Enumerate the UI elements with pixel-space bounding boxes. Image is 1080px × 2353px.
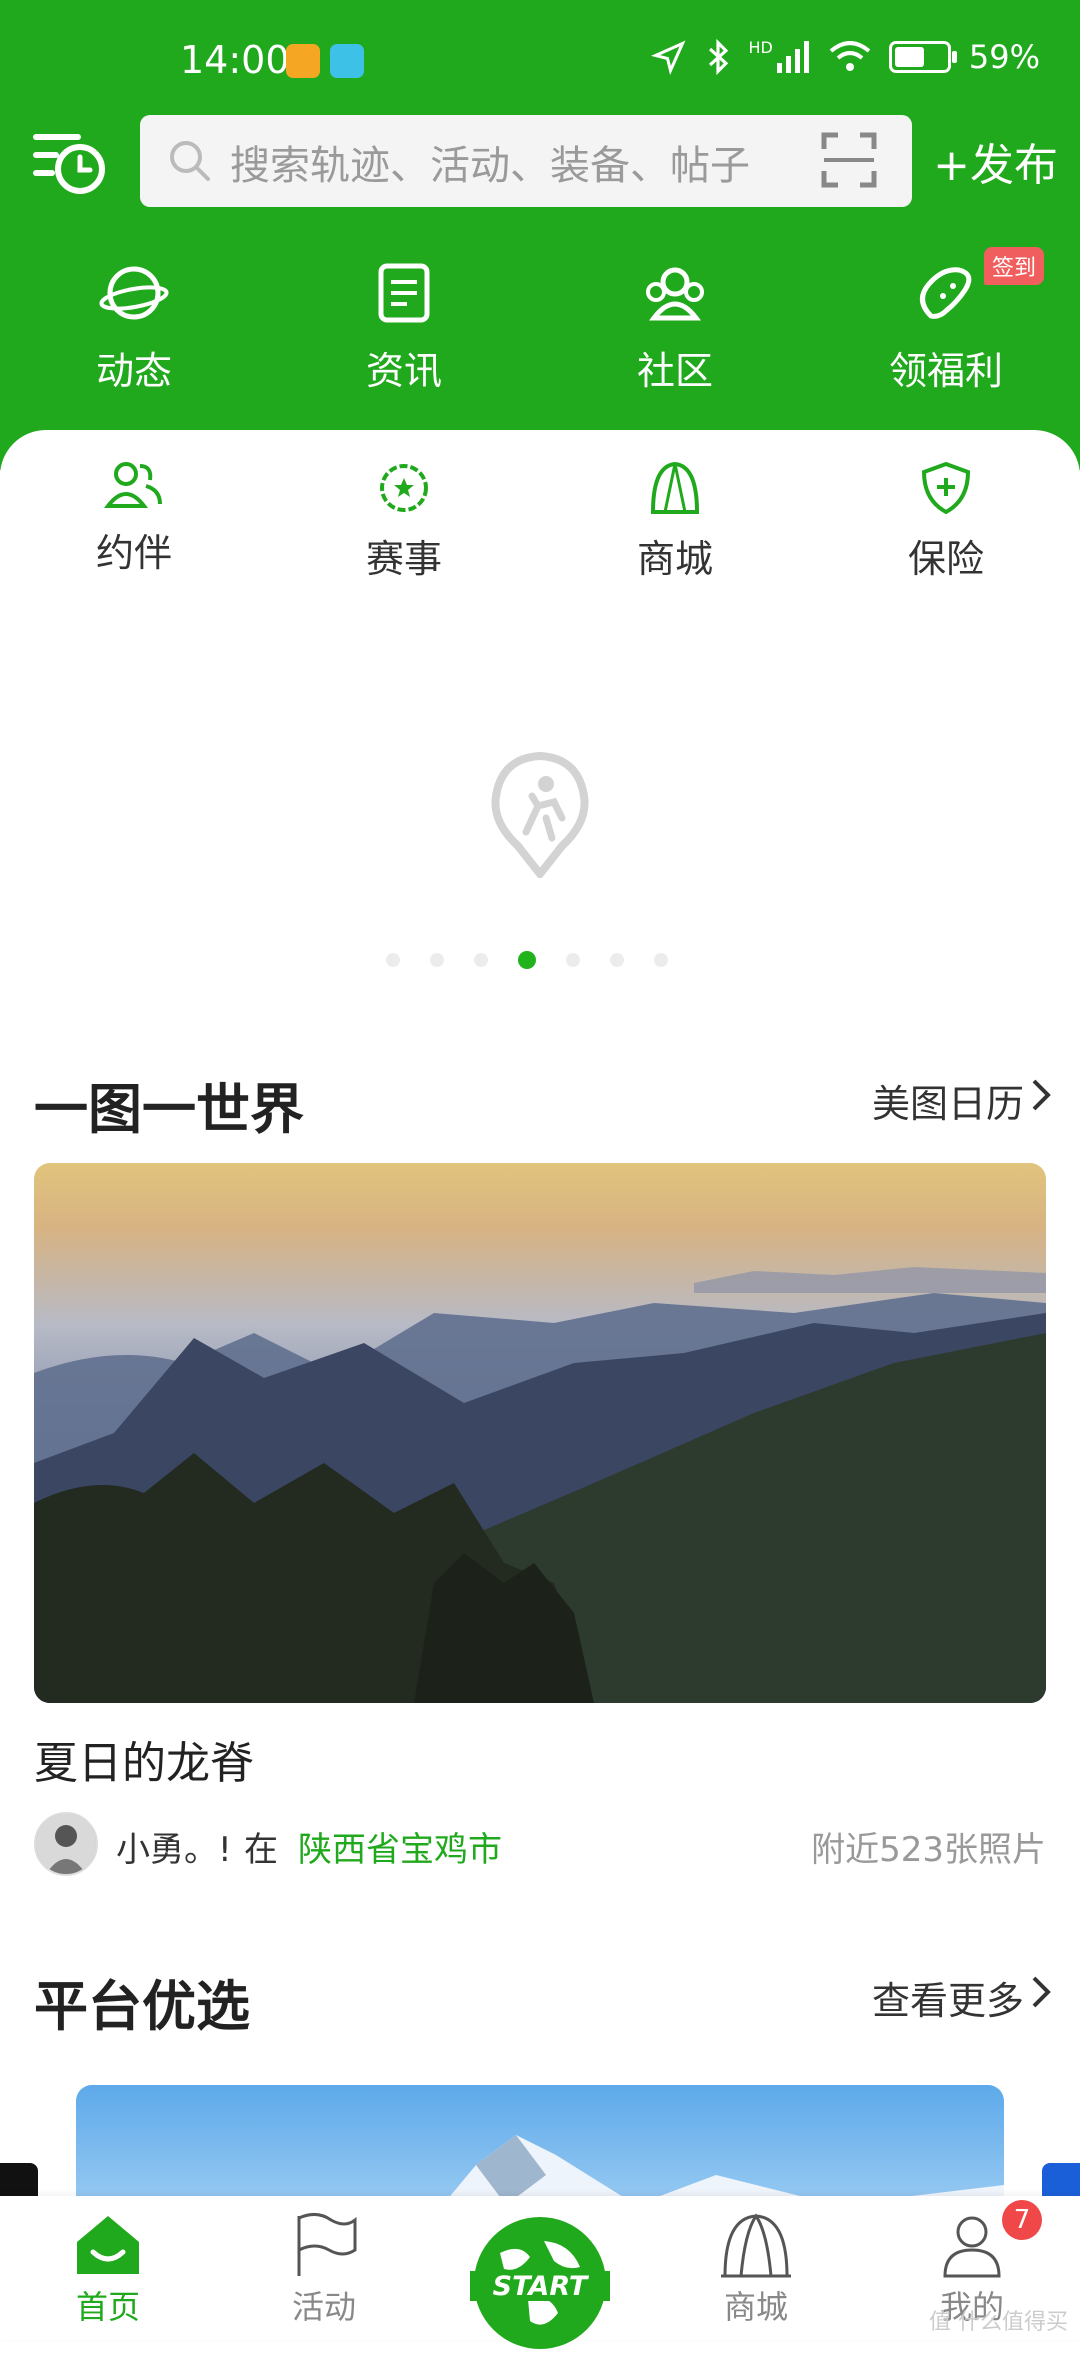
pagination-dot-active[interactable]: [518, 951, 536, 969]
battery-percent: 59%: [968, 38, 1040, 76]
flag-icon: [297, 2213, 357, 2276]
partners-icon: [103, 462, 162, 508]
nearby-photos-count[interactable]: 附近523张照片: [811, 1822, 1046, 1871]
network-type-label: HD: [748, 37, 773, 57]
search-icon: [170, 141, 210, 181]
sub-nav-mall[interactable]: 商城: [575, 460, 775, 583]
quick-nav-news[interactable]: 资讯: [304, 260, 504, 395]
notification-location-icon: [330, 44, 364, 78]
profile-notification-badge: 7: [1002, 2200, 1042, 2240]
bluetooth-icon: [708, 38, 728, 76]
photo-calendar-link[interactable]: 美图日历: [872, 1073, 1024, 1128]
quick-nav: 动态 资讯 社区 领福利: [0, 260, 1080, 400]
quick-nav-community[interactable]: 社区: [575, 260, 775, 395]
tent-icon: [721, 2213, 791, 2278]
photo-location-link[interactable]: 陕西省宝鸡市: [298, 1822, 502, 1871]
author-name[interactable]: 小勇。!: [116, 1822, 232, 1871]
signin-badge[interactable]: 签到: [984, 247, 1045, 285]
photo-title[interactable]: 夏日的龙脊: [34, 1727, 254, 1791]
view-more-link[interactable]: 查看更多: [872, 1970, 1024, 2025]
sub-nav-partners[interactable]: 约伴: [34, 460, 234, 577]
wifi-icon: [829, 41, 871, 71]
featured-photo[interactable]: [34, 1163, 1046, 1703]
tent-icon: [650, 461, 700, 514]
status-time: 14:00: [180, 38, 290, 82]
author-avatar[interactable]: [34, 1812, 98, 1876]
scan-icon[interactable]: [820, 131, 878, 189]
tab-home[interactable]: 首页: [28, 2212, 188, 2328]
start-button[interactable]: START: [470, 2213, 610, 2353]
status-bar: 14:00 HD 59%: [0, 30, 1080, 94]
top-bar: 搜索轨迹、活动、装备、帖子 +发布: [0, 115, 1080, 207]
pagination-dot[interactable]: [474, 953, 488, 967]
section-photo-title: 一图一世界: [34, 1078, 304, 1141]
location-preposition: 在: [244, 1830, 278, 1870]
planet-icon: [99, 266, 169, 320]
medal-icon: [380, 464, 428, 512]
shield-plus-icon: [921, 461, 971, 515]
search-placeholder: 搜索轨迹、活动、装备、帖子: [230, 143, 750, 189]
bean-icon: [920, 267, 972, 319]
search-input[interactable]: 搜索轨迹、活动、装备、帖子: [140, 115, 912, 207]
community-icon: [646, 267, 704, 321]
banner-pagination: [386, 951, 668, 969]
pagination-dot[interactable]: [654, 953, 668, 967]
chevron-right-icon[interactable]: [1030, 1077, 1052, 1113]
home-icon: [77, 2216, 139, 2274]
tab-activity[interactable]: 活动: [244, 2212, 404, 2328]
history-clock-icon[interactable]: [32, 123, 108, 199]
user-icon: [943, 2216, 1001, 2278]
notification-message-icon: [286, 44, 320, 78]
watermark: 值 什么值得买: [929, 2310, 1068, 2335]
pagination-dot[interactable]: [566, 953, 580, 967]
pagination-dot[interactable]: [610, 953, 624, 967]
sub-nav-events[interactable]: 赛事: [304, 460, 504, 583]
publish-button[interactable]: +发布: [933, 129, 1058, 193]
tab-mall[interactable]: 商城: [676, 2212, 836, 2328]
news-icon: [378, 263, 430, 323]
location-arrow-icon: [650, 40, 685, 75]
signal-icon: [776, 41, 809, 73]
pagination-dot[interactable]: [386, 953, 400, 967]
banner-placeholder-logo-icon: [491, 752, 589, 878]
sub-nav-insurance[interactable]: 保险: [846, 460, 1046, 583]
battery-icon: [888, 41, 957, 73]
pagination-dot[interactable]: [430, 953, 444, 967]
photo-author-row: 小勇。! 在 陕西省宝鸡市 附近523张照片: [34, 1810, 1046, 1876]
quick-nav-dynamics[interactable]: 动态: [34, 260, 234, 395]
chevron-right-icon[interactable]: [1030, 1974, 1052, 2010]
section-featured-title: 平台优选: [34, 1975, 250, 2038]
start-label: START: [493, 2271, 590, 2302]
